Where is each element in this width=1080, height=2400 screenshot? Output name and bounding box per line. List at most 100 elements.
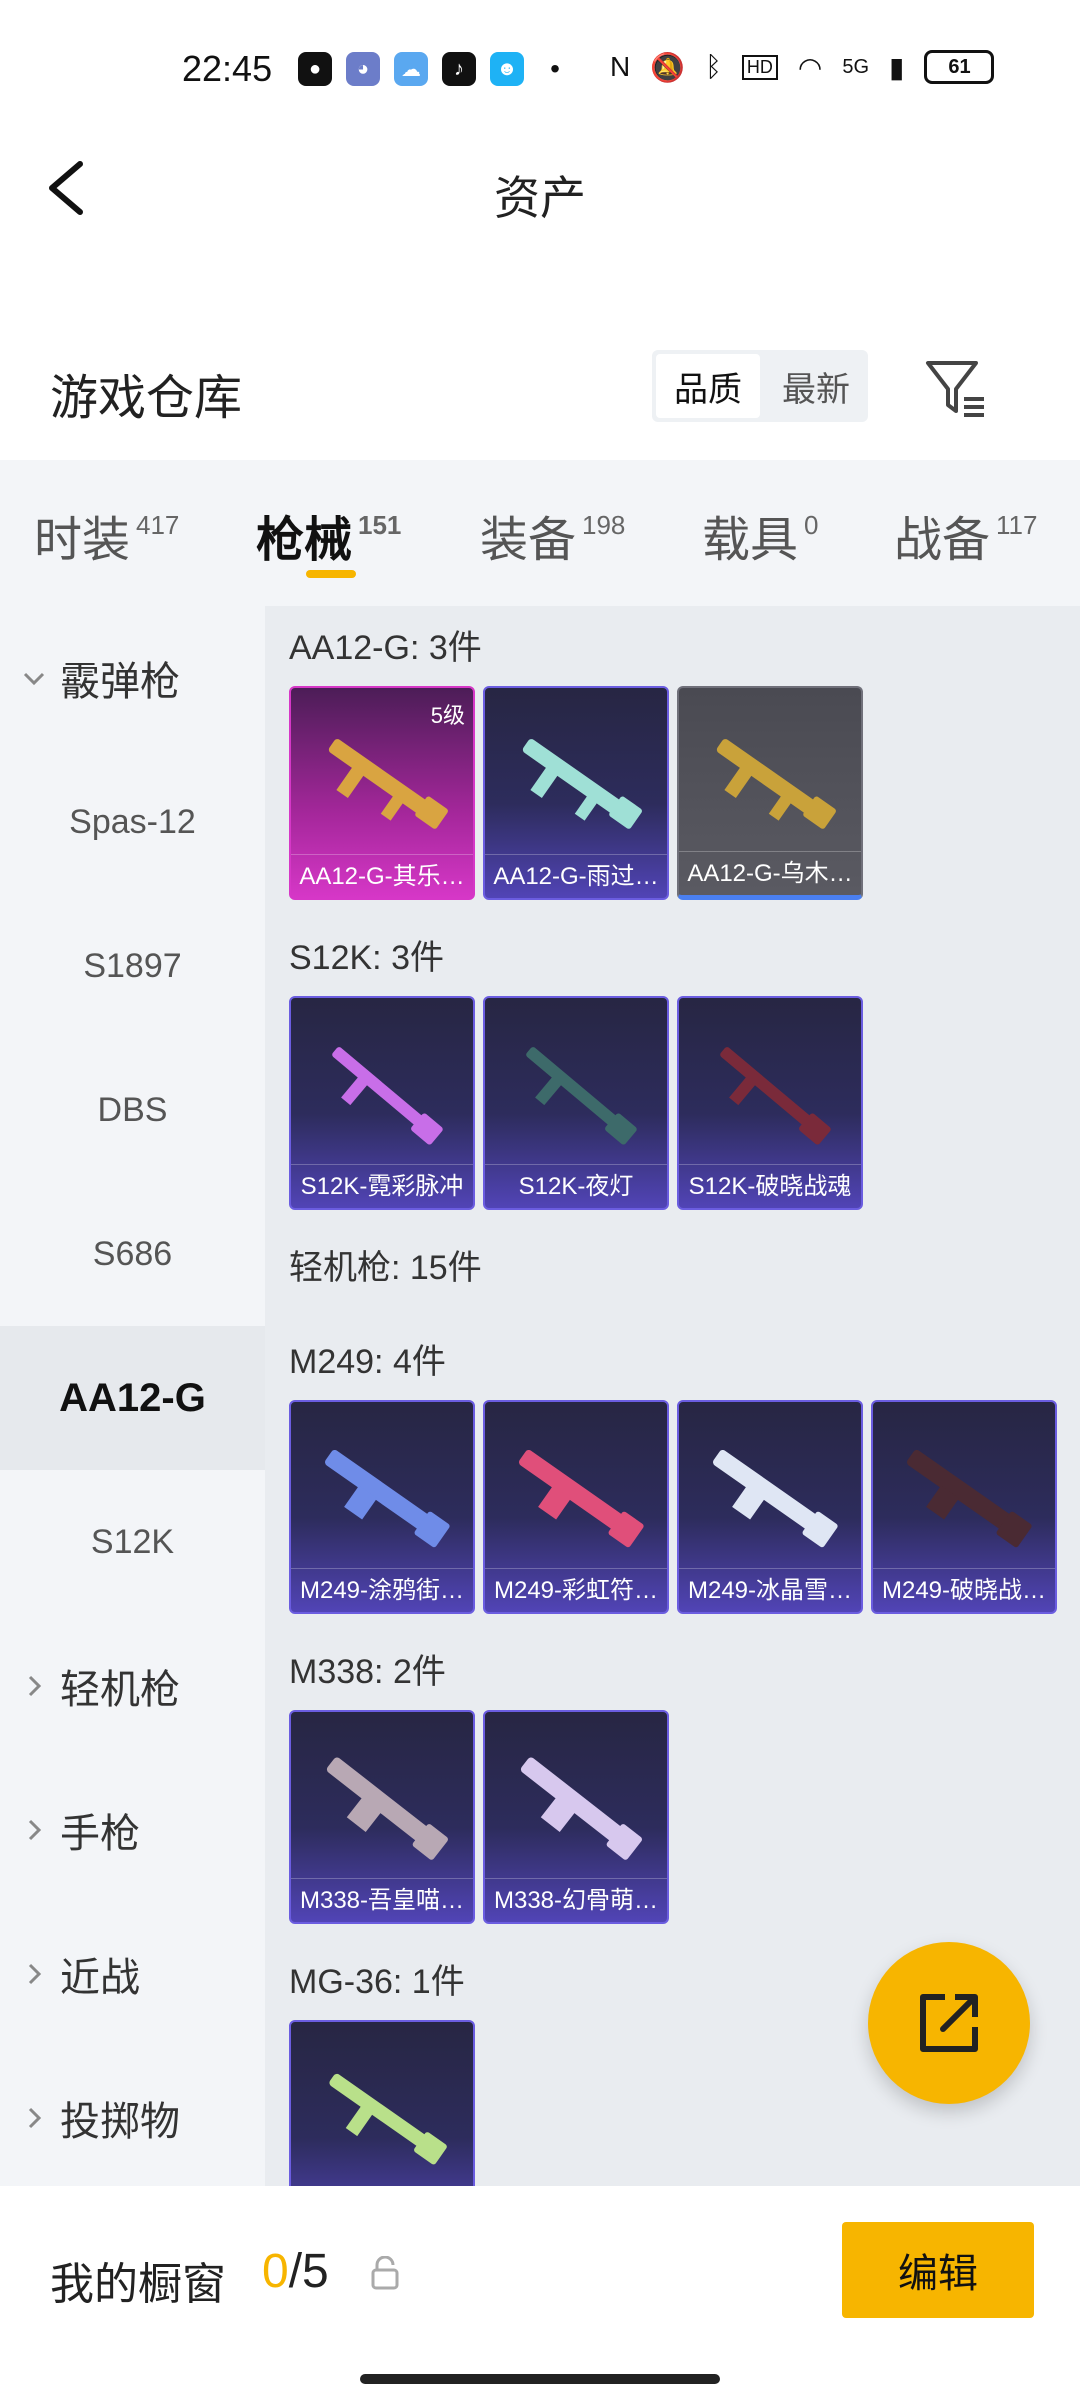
status-time: 22:45 <box>182 48 273 89</box>
gun-skin-image <box>329 2073 447 2165</box>
tab-vehicles[interactable]: 载具 0 <box>702 500 818 570</box>
edit-button[interactable]: 编辑 <box>842 2222 1034 2318</box>
gun-skin-image <box>713 1449 838 1548</box>
gun-skin-image <box>526 1047 637 1145</box>
gun-skin-image <box>522 739 642 829</box>
system-icons: N 🔕 ᛒ HD ◠ 5G ▮ 61 <box>610 50 995 84</box>
skin-card[interactable] <box>289 2020 475 2186</box>
cat-app-icon: ◕ <box>346 52 380 86</box>
section-title-lmg: 轻机枪: 15件 <box>289 1249 482 1287</box>
skin-card[interactable]: M338-幻骨萌… <box>483 1710 669 1924</box>
page-title: 资产 <box>494 172 586 224</box>
sidebar-item-aa12g[interactable]: AA12-G <box>0 1326 265 1470</box>
skin-name: AA12-G-雨过… <box>485 854 667 898</box>
filter-icon[interactable] <box>922 355 988 421</box>
skin-name: M249-破晓战… <box>873 1568 1055 1612</box>
sidebar-item-pistol[interactable]: 手枪 <box>0 1758 265 1902</box>
skin-card[interactable]: 5级 AA12-G-其乐… <box>289 686 475 900</box>
skin-name: AA12-G-其乐… <box>291 854 473 898</box>
sort-quality-button[interactable]: 品质 <box>656 354 760 418</box>
gun-skin-image <box>907 1449 1032 1548</box>
showcase-bar: 我的橱窗 0/5 编辑 <box>0 2186 1080 2400</box>
skin-name: AA12-G-乌木… <box>679 851 861 895</box>
chevron-right-icon <box>28 1675 42 1697</box>
chevron-right-icon <box>28 2107 42 2129</box>
share-icon <box>920 1994 978 2052</box>
gun-skin-image <box>328 739 448 829</box>
section-title-m338: M338: 2件 <box>289 1653 446 1691</box>
gun-skin-image <box>720 1047 831 1145</box>
sort-newest-button[interactable]: 最新 <box>764 350 868 422</box>
category-tabs: 时装 417 枪械 151 装备 198 载具 0 战备 117 <box>0 460 1080 606</box>
warehouse-title: 游戏仓库 <box>50 372 243 425</box>
battery-icon: 61 <box>924 50 995 84</box>
weapon-category-sidebar: 霰弹枪 Spas-12 S1897 DBS S686 AA12-G S12K 轻… <box>0 606 265 2186</box>
gun-skin-image <box>332 1047 443 1145</box>
share-fab[interactable] <box>868 1942 1030 2104</box>
gun-skin-image <box>326 1757 448 1860</box>
sidebar-item-throwable[interactable]: 投掷物 <box>0 2046 265 2190</box>
nfc-icon: N <box>610 51 631 82</box>
skin-name: M338-吾皇喵… <box>291 1878 473 1922</box>
mute-icon: 🔕 <box>650 51 686 83</box>
skin-card[interactable]: S12K-霓彩脉冲 <box>289 996 475 1210</box>
skin-card[interactable]: AA12-G-乌木… <box>677 686 863 900</box>
gun-skin-image <box>519 1449 644 1548</box>
signal-icon: ▮ <box>889 51 905 83</box>
status-bar: 22:45 ● ◕ ☁ ♪ ☻ • N 🔕 ᛒ HD ◠ 5G ▮ 61 <box>0 0 1080 140</box>
gun-skin-image <box>716 739 836 829</box>
section-title-mg36: MG-36: 1件 <box>289 1963 465 2001</box>
sidebar-item-melee[interactable]: 近战 <box>0 1902 265 2046</box>
skin-name: M249-涂鸦街… <box>291 1568 473 1612</box>
tab-supplies[interactable]: 战备 117 <box>894 500 1037 570</box>
tab-fashion[interactable]: 时装 417 <box>34 500 179 570</box>
skin-card[interactable]: S12K-夜灯 <box>483 996 669 1210</box>
sidebar-item-s1897[interactable]: S1897 <box>0 894 265 1038</box>
notification-icons: ● ◕ ☁ ♪ ☻ • <box>298 52 572 86</box>
qq-icon: ☻ <box>490 52 524 86</box>
sidebar-item-lmg[interactable]: 轻机枪 <box>0 1614 265 1758</box>
bluetooth-icon: ᛒ <box>705 51 722 82</box>
skin-level-badge: 5级 <box>430 703 465 728</box>
sidebar-item-s686[interactable]: S686 <box>0 1182 265 1326</box>
lock-icon <box>371 2256 399 2290</box>
skin-card[interactable]: S12K-破晓战魂 <box>677 996 863 1210</box>
active-tab-indicator <box>306 570 356 578</box>
section-title-s12k: S12K: 3件 <box>289 939 444 977</box>
sidebar-item-shotgun[interactable]: 霰弹枪 <box>0 606 265 750</box>
chevron-right-icon <box>28 1819 42 1841</box>
skin-card[interactable]: M338-吾皇喵… <box>289 1710 475 1924</box>
tab-equipment[interactable]: 装备 198 <box>480 500 625 570</box>
gun-skin-image <box>520 1757 642 1860</box>
chevron-right-icon <box>28 1963 42 1985</box>
network-type: 5G <box>842 55 870 78</box>
skin-name: S12K-夜灯 <box>485 1164 667 1208</box>
section-title-aa12g: AA12-G: 3件 <box>289 629 482 667</box>
chevron-down-icon <box>23 672 45 686</box>
skin-name: M249-冰晶雪… <box>679 1568 861 1612</box>
gun-skin-image <box>325 1449 450 1548</box>
skin-name: S12K-霓彩脉冲 <box>291 1164 473 1208</box>
home-indicator[interactable] <box>360 2374 720 2384</box>
sidebar-item-spas12[interactable]: Spas-12 <box>0 750 265 894</box>
tab-weapons[interactable]: 枪械 151 <box>256 500 401 570</box>
skin-name: M338-幻骨萌… <box>485 1878 667 1922</box>
wifi-icon: ◠ <box>797 51 823 83</box>
tiktok-icon: ♪ <box>442 52 476 86</box>
skin-card[interactable]: M249-破晓战… <box>871 1400 1057 1614</box>
dot-icon: • <box>550 53 560 84</box>
skin-card[interactable]: M249-彩虹符… <box>483 1400 669 1614</box>
skin-card[interactable]: M249-冰晶雪… <box>677 1400 863 1614</box>
showcase-count: 0/5 <box>262 2245 329 2298</box>
showcase-label: 我的橱窗 <box>50 2260 226 2309</box>
weather-icon: ☁ <box>394 52 428 86</box>
sort-toggle: 品质 最新 <box>652 350 868 422</box>
section-title-m249: M249: 4件 <box>289 1343 446 1381</box>
hd-icon: HD <box>741 54 778 80</box>
skin-card[interactable]: M249-涂鸦街… <box>289 1400 475 1614</box>
sidebar-item-s12k[interactable]: S12K <box>0 1470 265 1614</box>
sidebar-item-dbs[interactable]: DBS <box>0 1038 265 1182</box>
wechat-icon: ● <box>298 52 332 86</box>
skin-card[interactable]: AA12-G-雨过… <box>483 686 669 900</box>
skin-name: S12K-破晓战魂 <box>679 1164 861 1208</box>
